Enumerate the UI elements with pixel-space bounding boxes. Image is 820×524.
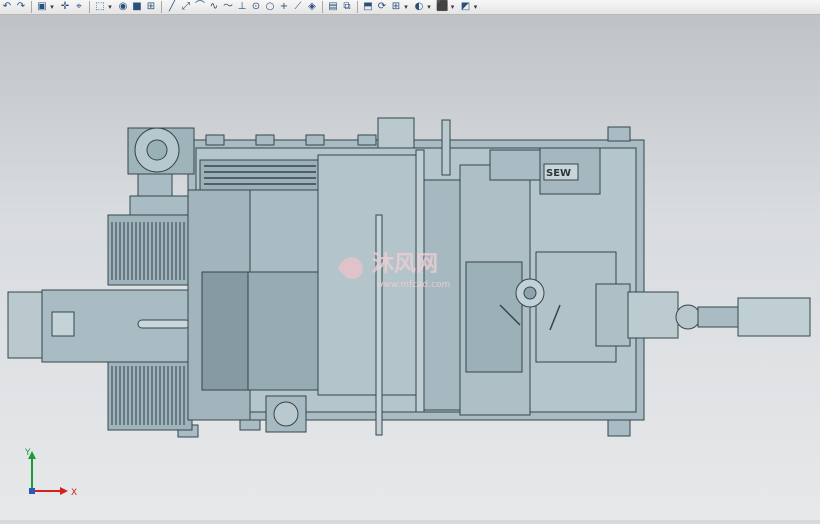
grid-icon[interactable]: ⊞ [390,1,402,13]
watermark-text: 沐风网 [372,252,438,277]
pipe-stub [255,134,275,146]
spindle-mount [595,283,631,347]
slot-handle [137,319,191,329]
undo-icon[interactable]: ↶ [1,1,13,13]
right-motor [737,297,811,337]
watermark-logo: 沐风网 www.mfcad.com [338,252,450,290]
render-style-icon[interactable]: ◉ [117,1,129,13]
lever-rod [441,119,451,176]
pipe-stub [357,134,377,146]
rotate-view-icon[interactable]: ⟳ [376,1,388,13]
spline-icon[interactable]: ∿ [208,1,220,13]
select-filter-icon[interactable]: ▣ [36,1,48,13]
watermark-url: www.mfcad.com [376,280,450,290]
display-mode-icon[interactable]: ◩ [459,1,471,13]
gearbox-shadow [201,271,249,391]
spindle-shaft [697,306,741,328]
left-housing-lower [107,359,193,431]
pipe-stub [607,419,631,437]
curve-icon[interactable]: ⌒ [194,1,206,13]
terminal-box [51,311,75,337]
toolbar-separator [161,1,162,13]
pipe-stub [205,134,225,146]
layer-icon[interactable]: ▤ [327,1,339,13]
coupling [137,173,173,197]
toolbar-separator [89,1,90,13]
line-icon[interactable]: ╱ [166,1,178,13]
spindle-nose [675,304,701,330]
origin-icon [29,488,35,494]
gearbox-top [249,189,327,273]
carriage-top [489,149,541,181]
left-housing [107,214,193,286]
belt-guard [199,159,321,191]
select-box-icon[interactable]: ⬚ [94,1,106,13]
spindle-cap [377,117,415,149]
sew-badge: SEW [546,168,571,179]
circle-icon[interactable]: ○ [264,1,276,13]
dropdown-arrow-icon[interactable]: ▾ [426,1,432,13]
pipe-stub [305,134,325,146]
dropdown-arrow-icon[interactable]: ▾ [472,1,478,13]
snap-point-icon[interactable]: ✛ [59,1,71,13]
redo-icon[interactable]: ↷ [15,1,27,13]
face-select-icon[interactable]: ◈ [306,1,318,13]
toolbar-separator [322,1,323,13]
toolbar-separator [31,1,32,13]
dropdown-arrow-icon[interactable]: ▾ [403,1,409,13]
dimension-icon[interactable]: ⟋ [292,1,304,13]
fit-view-icon[interactable]: ⊞ [145,1,157,13]
main-toolbar: ↶ ↷ ▣ ▾ ✛ ⌖ ⬚ ▾ ◉ ■ ⊞ ╱ ⤢ ⌒ ∿ 〜 ⊥ ⊙ ○ + ⟋ ◈ ▤ ⧉ ⬒ ⟳ ⊞ ▾ ◐ ▾ ⬛ ▾ ◩ ▾ [0,0,820,15]
sketch-curve-icon[interactable]: 〜 [222,1,234,13]
point-cross-icon[interactable]: + [278,1,290,13]
y-axis-label: Y [24,448,31,458]
dropdown-arrow-icon[interactable]: ▾ [449,1,455,13]
circle-center-icon[interactable]: ⊙ [250,1,262,13]
pipe-stub [239,419,261,431]
bearing-block [129,195,191,217]
cube-view-icon[interactable]: ⬛ [436,1,448,13]
perpendicular-icon[interactable]: ⊥ [236,1,248,13]
graphics-viewport[interactable]: SEW 沐风网 www.mfcad.com Y X [0,15,820,520]
bottom-motor-face [273,401,299,427]
point-on-curve-icon[interactable]: ⌖ [73,1,85,13]
toolbar-separator [357,1,358,13]
dropdown-arrow-icon[interactable]: ▾ [107,1,113,13]
arc-tool-icon[interactable]: ⤢ [180,1,192,13]
dropdown-arrow-icon[interactable]: ▾ [49,1,55,13]
watermark: 沐风网 www.mfcad.com [332,247,492,293]
csys-triad: Y X [22,447,82,503]
view-box-icon[interactable]: ⧉ [341,1,353,13]
pipe-stub [607,126,631,142]
x-arrow-icon [60,487,68,495]
spindle-housing [627,291,679,339]
chuck-center [523,286,537,300]
solid-view-icon[interactable]: ■ [131,1,143,13]
shading-icon[interactable]: ◐ [413,1,425,13]
x-axis-label: X [71,488,77,498]
motor-hub [146,139,168,161]
edit-section-icon[interactable]: ⬒ [362,1,374,13]
